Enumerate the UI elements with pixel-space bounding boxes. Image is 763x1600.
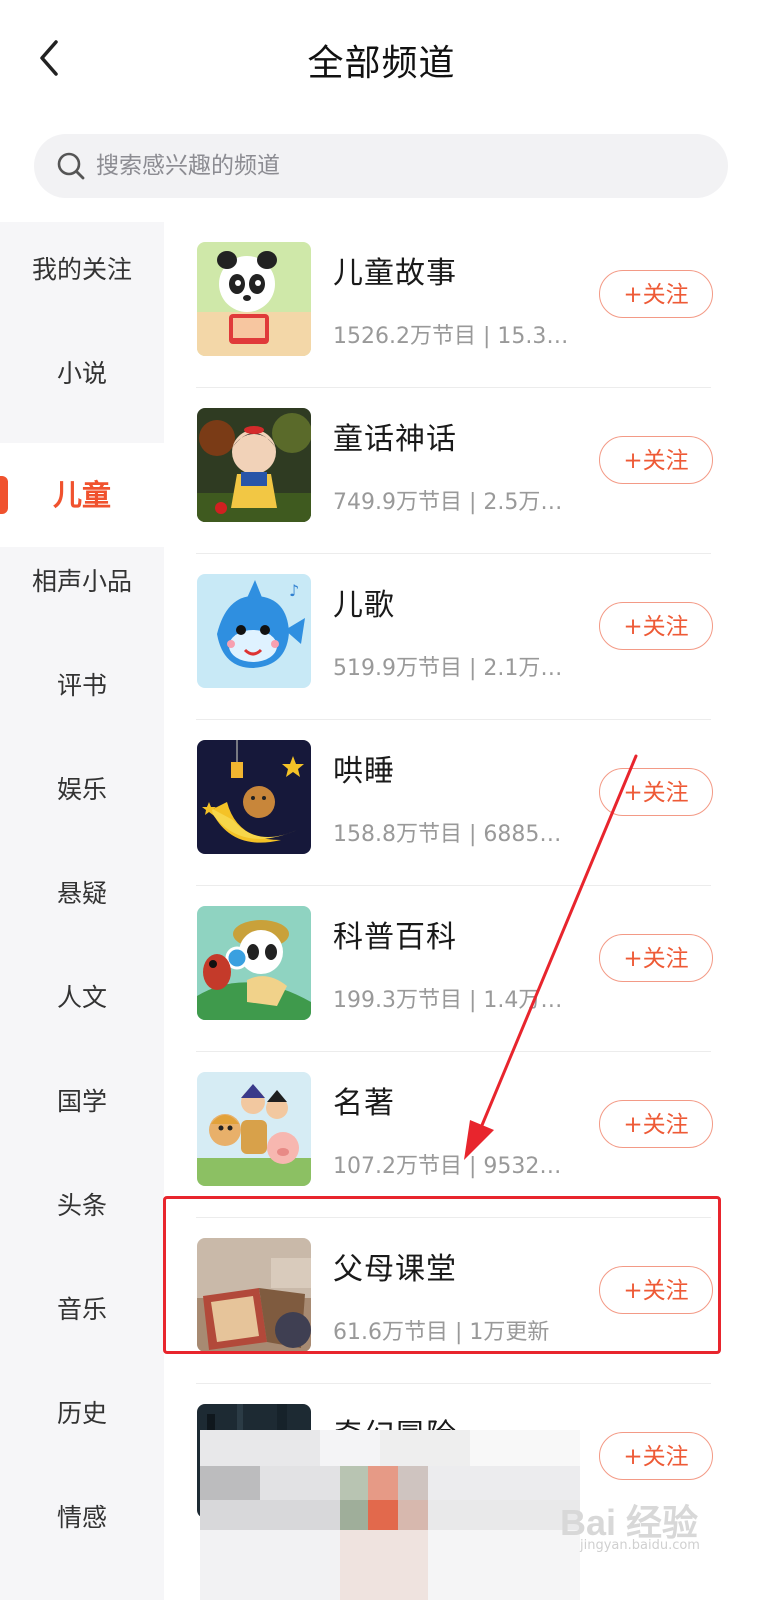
channel-item[interactable]: 儿童故事 1526.2万节目 | 15.3… +关注: [164, 222, 763, 388]
sidebar-item-humanities[interactable]: 人文: [0, 963, 164, 1033]
sidebar-item-label: 情感: [56, 1503, 107, 1532]
channel-item[interactable]: 科普百科 199.3万节目 | 1.4万… +关注: [164, 886, 763, 1052]
channel-list: 儿童故事 1526.2万节目 | 15.3… +关注 童话神话 749.9万节目…: [164, 222, 763, 1600]
channel-name: 科普百科: [333, 920, 457, 955]
channel-stats: 519.9万节目 | 2.1万…: [333, 656, 563, 681]
sidebar-item-music[interactable]: 音乐: [0, 1275, 164, 1345]
channel-name: 哄睡: [333, 754, 395, 789]
follow-button[interactable]: +关注: [599, 1100, 713, 1148]
channel-stats: 158.8万节目 | 6885…: [333, 822, 562, 847]
channel-item[interactable]: 父母课堂 61.6万节目 | 1万更新 +关注: [164, 1218, 763, 1384]
channel-name: 父母课堂: [333, 1252, 457, 1287]
sidebar-item-label: 娱乐: [56, 775, 107, 804]
channel-stats: 1526.2万节目 | 15.3…: [333, 324, 569, 349]
channel-thumbnail: [197, 906, 311, 1020]
sidebar-item-crosstalk[interactable]: 相声小品: [0, 547, 164, 617]
sidebar-item-headlines[interactable]: 头条: [0, 1171, 164, 1241]
sidebar-item-history[interactable]: 历史: [0, 1379, 164, 1449]
channel-item[interactable]: 名著 107.2万节目 | 9532… +关注: [164, 1052, 763, 1218]
channel-item[interactable]: ♪ 儿歌 519.9万节目 | 2.1万… +关注: [164, 554, 763, 720]
channel-item[interactable]: 童话神话 749.9万节目 | 2.5万… +关注: [164, 388, 763, 554]
sidebar-item-label: 我的关注: [31, 255, 132, 284]
sidebar-item-sinology[interactable]: 国学: [0, 1067, 164, 1137]
sidebar-item-emotion[interactable]: 情感: [0, 1483, 164, 1553]
channel-stats: 749.9万节目 | 2.5万…: [333, 490, 563, 515]
sidebar-item-label: 音乐: [56, 1295, 107, 1324]
channel-name: 儿童故事: [333, 256, 457, 291]
sidebar-item-label: 儿童: [52, 478, 111, 512]
channel-name: 名著: [333, 1086, 395, 1121]
follow-button[interactable]: +关注: [599, 768, 713, 816]
category-sidebar: 我的关注 小说 儿童 相声小品 评书 娱乐 悬疑 人文 国学 头条 音乐 历史 …: [0, 222, 164, 1600]
sidebar-item-label: 历史: [56, 1399, 107, 1428]
channel-thumbnail: [197, 408, 311, 522]
follow-button[interactable]: +关注: [599, 602, 713, 650]
sidebar-item-label: 相声小品: [31, 567, 132, 596]
sidebar-item-storytelling[interactable]: 评书: [0, 651, 164, 721]
sidebar-item-children[interactable]: 儿童: [0, 443, 164, 547]
header-bar: 全部频道: [0, 0, 763, 120]
channel-name: 童话神话: [333, 422, 457, 457]
sidebar-item-novel[interactable]: 小说: [0, 339, 164, 409]
search-icon: [57, 152, 85, 180]
search-input[interactable]: [94, 152, 658, 180]
active-indicator: [0, 476, 8, 514]
channel-stats: 107.2万节目 | 9532…: [333, 1154, 562, 1179]
sidebar-item-suspense[interactable]: 悬疑: [0, 859, 164, 929]
sidebar-item-label: 小说: [56, 359, 107, 388]
sidebar-item-label: 头条: [56, 1191, 107, 1220]
channel-thumbnail: [197, 1238, 311, 1352]
channel-thumbnail: [197, 1072, 311, 1186]
watermark-url: jingyan.baidu.com: [580, 1538, 700, 1553]
pixelated-overlay: [200, 1430, 580, 1600]
sidebar-item-following[interactable]: 我的关注: [0, 235, 164, 305]
svg-text:♪: ♪: [289, 581, 299, 600]
follow-button[interactable]: +关注: [599, 270, 713, 318]
follow-button[interactable]: +关注: [599, 934, 713, 982]
sidebar-item-label: 国学: [56, 1087, 107, 1116]
channel-item[interactable]: 哄睡 158.8万节目 | 6885… +关注: [164, 720, 763, 886]
follow-button[interactable]: +关注: [599, 436, 713, 484]
sidebar-item-label: 评书: [56, 671, 107, 700]
channel-thumbnail: ♪: [197, 574, 311, 688]
page-title: 全部频道: [307, 43, 456, 84]
sidebar-item-label: 悬疑: [56, 879, 107, 908]
channel-stats: 61.6万节目 | 1万更新: [333, 1320, 550, 1345]
sidebar-item-entertainment[interactable]: 娱乐: [0, 755, 164, 825]
channel-thumbnail: [197, 740, 311, 854]
follow-button[interactable]: +关注: [599, 1266, 713, 1314]
channel-name: 儿歌: [333, 588, 395, 623]
watermark: Bai 经验 jingyan.baidu.com: [560, 1494, 750, 1564]
channel-thumbnail: [197, 242, 311, 356]
search-bar[interactable]: [34, 134, 728, 198]
follow-button[interactable]: +关注: [599, 1432, 713, 1480]
channel-stats: 199.3万节目 | 1.4万…: [333, 988, 563, 1013]
sidebar-item-label: 人文: [56, 983, 107, 1012]
